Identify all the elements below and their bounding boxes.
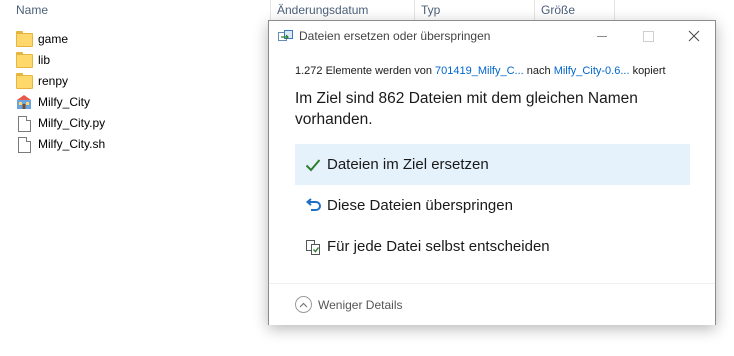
folder-icon <box>16 31 33 47</box>
copy-count-text: 1.272 Elemente werden von <box>295 65 432 77</box>
option-label: Diese Dateien überspringen <box>327 197 513 214</box>
column-header-name[interactable]: Name <box>16 0 48 20</box>
list-item[interactable]: game <box>16 29 68 49</box>
column-divider[interactable] <box>414 0 415 22</box>
dialog-title: Dateien ersetzen oder überspringen <box>299 29 491 43</box>
skip-files-option[interactable]: Diese Dateien überspringen <box>295 185 690 226</box>
to-text: nach <box>526 65 551 77</box>
checkmark-icon <box>305 157 321 173</box>
file-name: renpy <box>38 74 69 88</box>
document-icon <box>16 136 32 153</box>
column-header-type[interactable]: Typ <box>421 0 440 20</box>
folder-icon <box>16 52 33 68</box>
decide-each-file-option[interactable]: Für jede Datei selbst entscheiden <box>295 226 690 267</box>
copy-files-icon <box>278 30 293 41</box>
file-name: game <box>38 32 69 46</box>
minimize-icon <box>597 35 607 37</box>
dialog-title-bar[interactable]: Dateien ersetzen oder überspringen <box>269 21 715 51</box>
column-header-size[interactable]: Größe <box>541 0 575 20</box>
skip-arrow-icon <box>305 197 321 214</box>
option-label: Für jede Datei selbst entscheiden <box>327 238 550 255</box>
copied-text: kopiert <box>632 65 666 77</box>
list-item[interactable]: Milfy_City.py <box>16 113 105 133</box>
maximize-icon <box>642 30 654 42</box>
fewer-details-button[interactable]: Weniger Details <box>295 296 402 313</box>
file-name: lib <box>38 53 51 67</box>
file-name: Milfy_City.sh <box>38 137 106 151</box>
file-name: Milfy_City <box>38 95 91 109</box>
file-name: Milfy_City.py <box>38 116 106 130</box>
column-header-date[interactable]: Änderungsdatum <box>277 0 368 20</box>
close-button[interactable] <box>671 21 717 51</box>
replace-files-dialog: Dateien ersetzen oder überspringen 1.272… <box>268 20 716 325</box>
column-divider[interactable] <box>614 0 615 22</box>
column-divider[interactable] <box>534 0 535 22</box>
folder-icon <box>16 73 33 89</box>
list-item[interactable]: lib <box>16 50 50 70</box>
document-icon <box>16 115 32 132</box>
replace-files-option[interactable]: Dateien im Ziel ersetzen <box>295 144 690 185</box>
destination-folder-link[interactable]: Milfy_City-0.6... <box>554 65 630 77</box>
chevron-up-icon <box>295 296 312 313</box>
list-item[interactable]: Milfy_City <box>16 92 90 112</box>
option-label: Dateien im Ziel ersetzen <box>327 156 489 173</box>
close-icon <box>688 30 700 42</box>
source-folder-link[interactable]: 701419_Milfy_C... <box>435 65 524 77</box>
details-label: Weniger Details <box>318 297 403 312</box>
compare-files-icon <box>305 239 321 255</box>
column-divider[interactable] <box>270 0 271 22</box>
dialog-footer: Weniger Details <box>269 284 715 325</box>
list-item[interactable]: Milfy_City.sh <box>16 134 105 154</box>
maximize-button[interactable] <box>625 21 671 51</box>
copy-summary: 1.272 Elemente werden von 701419_Milfy_C… <box>295 65 666 77</box>
minimize-button[interactable] <box>579 21 625 51</box>
list-item[interactable]: renpy <box>16 71 68 91</box>
renpy-app-icon <box>16 94 32 110</box>
conflict-headline: Im Ziel sind 862 Dateien mit dem gleiche… <box>295 90 638 128</box>
